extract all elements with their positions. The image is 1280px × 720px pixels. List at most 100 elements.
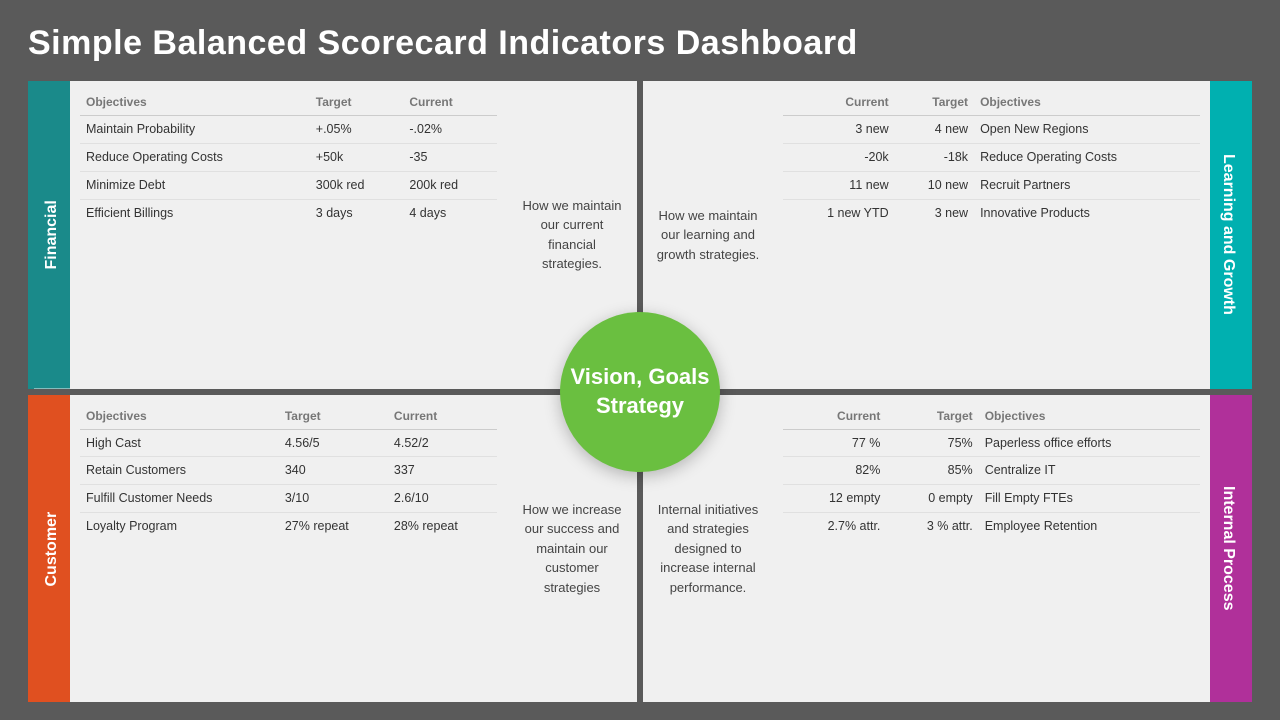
table-row: Loyalty Program27% repeat28% repeat [80,513,497,540]
internal-content: Internal initiatives and strategies desi… [643,395,1210,703]
learning-label: Learning and Growth [1210,81,1246,389]
table-cell: 3 % attr. [886,513,978,540]
table-cell: 300k red [310,171,404,199]
table-cell: 1 new YTD [783,199,895,226]
table-cell: Fill Empty FTEs [979,485,1200,513]
table-cell: 82% [783,457,886,485]
internal-col-target: Target [886,405,978,430]
table-row: Minimize Debt300k red200k red [80,171,497,199]
financial-label: Financial [34,81,70,389]
table-cell: 77 % [783,429,886,457]
table-cell: 28% repeat [388,513,497,540]
financial-col-current: Current [403,91,497,116]
learning-col-current: Current [783,91,895,116]
table-row: High Cast4.56/54.52/2 [80,429,497,457]
table-cell: +50k [310,143,404,171]
table-row: 1 new YTD3 newInnovative Products [783,199,1200,226]
table-cell: 75% [886,429,978,457]
table-cell: 340 [279,457,388,485]
table-cell: -35 [403,143,497,171]
table-cell: -.02% [403,116,497,144]
customer-table: Objectives Target Current High Cast4.56/… [80,405,497,541]
table-cell: 12 empty [783,485,886,513]
table-cell: 3 days [310,199,404,226]
table-row: Maintain Probability+.05%-.02% [80,116,497,144]
customer-content: Objectives Target Current High Cast4.56/… [70,395,637,703]
customer-table-area: Objectives Target Current High Cast4.56/… [70,395,507,703]
table-cell: Reduce Operating Costs [974,143,1200,171]
learning-content: How we maintain our learning and growth … [643,81,1210,389]
table-cell: 200k red [403,171,497,199]
vision-circle: Vision, Goals Strategy [560,312,720,472]
customer-col-objectives: Objectives [80,405,279,430]
table-cell: 2.6/10 [388,485,497,513]
financial-quadrant: Financial Objectives Target Current Main… [28,81,637,389]
table-row: 82%85%Centralize IT [783,457,1200,485]
customer-quadrant: Customer Objectives Target Current High … [28,395,637,703]
table-cell: 0 empty [886,485,978,513]
table-cell: 4.52/2 [388,429,497,457]
table-row: Reduce Operating Costs+50k-35 [80,143,497,171]
table-row: 12 empty0 emptyFill Empty FTEs [783,485,1200,513]
table-cell: 4 days [403,199,497,226]
financial-table: Objectives Target Current Maintain Proba… [80,91,497,227]
page-title: Simple Balanced Scorecard Indicators Das… [28,24,1252,63]
table-row: Fulfill Customer Needs3/102.6/10 [80,485,497,513]
table-cell: Loyalty Program [80,513,279,540]
table-cell: Minimize Debt [80,171,310,199]
financial-content: Objectives Target Current Maintain Proba… [70,81,637,389]
table-cell: High Cast [80,429,279,457]
table-cell: -20k [783,143,895,171]
table-cell: Maintain Probability [80,116,310,144]
table-row: 2.7% attr.3 % attr.Employee Retention [783,513,1200,540]
table-cell: Efficient Billings [80,199,310,226]
learning-table-area: Current Target Objectives 3 new4 newOpen… [773,81,1210,389]
table-cell: Retain Customers [80,457,279,485]
table-cell: 10 new [895,171,974,199]
table-cell: 27% repeat [279,513,388,540]
table-row: -20k-18kReduce Operating Costs [783,143,1200,171]
table-cell: 3/10 [279,485,388,513]
table-cell: Employee Retention [979,513,1200,540]
table-row: Efficient Billings3 days4 days [80,199,497,226]
table-cell: Recruit Partners [974,171,1200,199]
table-cell: Innovative Products [974,199,1200,226]
table-cell: -18k [895,143,974,171]
learning-table: Current Target Objectives 3 new4 newOpen… [783,91,1200,227]
table-cell: 11 new [783,171,895,199]
learning-col-objectives: Objectives [974,91,1200,116]
learning-quadrant: Learning and Growth How we maintain our … [643,81,1252,389]
table-cell: 3 new [895,199,974,226]
main-grid: Financial Objectives Target Current Main… [28,81,1252,702]
vision-label: Vision, Goals Strategy [560,363,720,420]
table-cell: 2.7% attr. [783,513,886,540]
financial-col-objectives: Objectives [80,91,310,116]
financial-table-area: Objectives Target Current Maintain Proba… [70,81,507,389]
table-row: 11 new10 newRecruit Partners [783,171,1200,199]
table-cell: Reduce Operating Costs [80,143,310,171]
table-cell: Paperless office efforts [979,429,1200,457]
table-cell: 337 [388,457,497,485]
customer-col-current: Current [388,405,497,430]
table-cell: 4 new [895,116,974,144]
customer-label: Customer [34,395,70,703]
table-cell: 4.56/5 [279,429,388,457]
table-cell: 85% [886,457,978,485]
table-cell: +.05% [310,116,404,144]
internal-table-area: Current Target Objectives 77 %75%Paperle… [773,395,1210,703]
table-cell: Open New Regions [974,116,1200,144]
internal-col-current: Current [783,405,886,430]
internal-table: Current Target Objectives 77 %75%Paperle… [783,405,1200,541]
table-row: 77 %75%Paperless office efforts [783,429,1200,457]
learning-col-target: Target [895,91,974,116]
table-cell: 3 new [783,116,895,144]
financial-col-target: Target [310,91,404,116]
table-row: 3 new4 newOpen New Regions [783,116,1200,144]
internal-col-objectives: Objectives [979,405,1200,430]
customer-col-target: Target [279,405,388,430]
table-cell: Fulfill Customer Needs [80,485,279,513]
table-row: Retain Customers340337 [80,457,497,485]
internal-label: Internal Process [1210,395,1246,703]
internal-quadrant: Internal Process Internal initiatives an… [643,395,1252,703]
table-cell: Centralize IT [979,457,1200,485]
